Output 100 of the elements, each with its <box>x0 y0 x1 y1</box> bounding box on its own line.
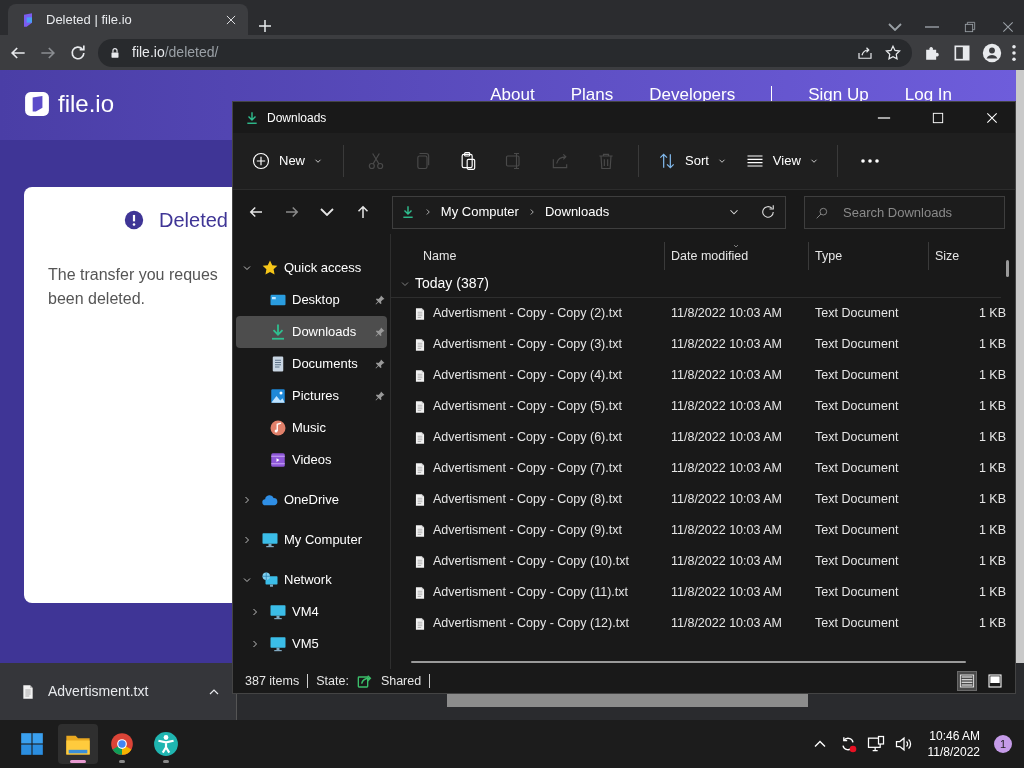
profile-button[interactable] <box>982 42 1002 63</box>
breadcrumb-link[interactable]: My Computer <box>440 202 519 222</box>
nav-item[interactable]: VM4 <box>236 596 387 628</box>
table-cell-text: 1 KB <box>977 522 1006 540</box>
group-header[interactable]: Today (387) <box>391 270 1001 298</box>
column-header[interactable]: Date modified <box>664 242 808 270</box>
item-count: 387 items <box>245 672 300 690</box>
file-name[interactable]: Advertisment - Copy - Copy (10).txt <box>391 552 664 571</box>
nav-item[interactable]: Documents <box>236 348 387 380</box>
logo-icon[interactable] <box>24 91 50 117</box>
table-cell-text: 1 KB <box>977 460 1006 478</box>
nav-item[interactable]: VM5 <box>236 628 387 660</box>
nav-item[interactable]: My Computer <box>236 524 387 556</box>
browser-tab[interactable]: Deleted | file.io <box>8 4 248 35</box>
close-button[interactable] <box>1000 19 1016 35</box>
details-view-icon <box>959 673 975 689</box>
nav-item[interactable]: Videos <box>236 444 387 476</box>
nav-link[interactable]: About <box>490 86 535 103</box>
nav-item[interactable]: Pictures <box>236 380 387 412</box>
nav-link[interactable]: Plans <box>570 86 614 103</box>
file-name[interactable]: Advertisment - Copy - Copy (4).txt <box>391 366 664 385</box>
monitor-icon <box>269 603 287 621</box>
clock-date: 11/8/2022 <box>927 744 980 760</box>
chevron-down-icon <box>888 23 902 31</box>
menu-button[interactable] <box>1012 44 1016 61</box>
menu-icon <box>1012 44 1016 61</box>
restore-icon <box>962 19 978 35</box>
alert-icon <box>123 209 145 231</box>
minimize-icon <box>924 26 940 28</box>
taskbar-app[interactable] <box>58 724 98 764</box>
network-icon[interactable] <box>865 734 886 754</box>
nav-item[interactable]: Downloads <box>236 316 387 348</box>
download-icon <box>400 204 415 220</box>
pin-icon <box>374 358 386 370</box>
nav-item[interactable]: Network <box>236 564 387 596</box>
shared-icon <box>356 673 373 689</box>
column-header[interactable]: Name <box>391 242 664 270</box>
nav-item[interactable]: Desktop <box>236 284 387 316</box>
table-cell-text: Text Document <box>814 460 900 478</box>
nav-link[interactable]: Developers <box>649 86 736 103</box>
address-bar[interactable]: My Computer Downloads <box>391 195 786 229</box>
scrollbar[interactable] <box>1006 260 1009 277</box>
address-bar[interactable]: file.io/deleted/ <box>98 38 912 67</box>
new-tab-button[interactable] <box>256 17 274 35</box>
clock-time: 10:46 AM <box>928 728 980 744</box>
tiles-view-button[interactable] <box>985 671 1005 691</box>
table-cell-text: 11/8/2022 10:03 AM <box>670 460 783 478</box>
card-title: Deleted <box>159 208 228 233</box>
notification-badge[interactable]: 1 <box>994 735 1012 753</box>
file-name[interactable]: Advertisment - Copy - Copy (12).txt <box>391 614 664 633</box>
view-button[interactable]: View <box>736 143 827 179</box>
restore-button[interactable] <box>962 19 978 35</box>
network-icon <box>261 571 279 589</box>
file-name[interactable]: Advertisment - Copy - Copy (3).txt <box>391 335 664 354</box>
file-name[interactable]: Advertisment - Copy - Copy (2).txt <box>391 304 664 323</box>
windows-logo-icon[interactable] <box>19 731 45 757</box>
state-label: State: <box>316 672 349 690</box>
nav-item[interactable]: Quick access <box>236 252 387 284</box>
pin-icon <box>374 326 386 338</box>
file-name[interactable]: Advertisment - Copy - Copy (9).txt <box>391 521 664 540</box>
table-cell-text: 11/8/2022 10:03 AM <box>670 491 783 509</box>
table-cell-text: Text Document <box>814 398 900 416</box>
table-cell-text: 11/8/2022 10:03 AM <box>670 553 783 571</box>
scrollbar[interactable] <box>411 661 966 663</box>
new-button[interactable]: New <box>243 143 331 179</box>
table-cell-text: 11/8/2022 10:03 AM <box>670 522 783 540</box>
browser-icon[interactable] <box>109 731 135 757</box>
table-cell-text: Text Document <box>814 367 900 385</box>
table-cell-text: 1 KB <box>977 336 1006 354</box>
file-name[interactable]: Advertisment - Copy - Copy (5).txt <box>391 397 664 416</box>
table-cell-text: Text Document <box>814 615 900 633</box>
music-note-icon <box>269 419 287 437</box>
message-text: been deleted. <box>48 289 145 309</box>
nav-item[interactable]: OneDrive <box>236 484 387 516</box>
monitor-icon <box>261 531 279 549</box>
table-cell-text: 11/8/2022 10:03 AM <box>670 584 783 602</box>
column-header[interactable]: Type <box>808 242 928 270</box>
message-text: The transfer you reques <box>48 265 218 285</box>
sort-button[interactable]: Sort <box>649 143 735 179</box>
file-name[interactable]: Advertisment - Copy - Copy (6).txt <box>391 428 664 447</box>
pin-icon <box>374 390 386 402</box>
file-name[interactable]: Advertisment - Copy - Copy (11).txt <box>391 583 664 602</box>
file-icon <box>20 682 36 701</box>
table-cell-text: 1 KB <box>977 367 1006 385</box>
details-view-button[interactable] <box>957 671 977 691</box>
file-name[interactable]: Advertisment - Copy - Copy (7).txt <box>391 459 664 478</box>
bookmark-star-icon[interactable] <box>884 43 902 62</box>
figure-icon[interactable] <box>153 731 179 757</box>
breadcrumb-link[interactable]: Downloads <box>544 202 610 222</box>
logo-text[interactable]: file.io <box>58 86 115 122</box>
table-cell-text: Text Document <box>814 429 900 447</box>
state-value: Shared <box>380 672 422 690</box>
search-field[interactable]: Search Downloads <box>804 195 1005 229</box>
table-cell-text: Text Document <box>814 522 900 540</box>
nav-item[interactable]: Music <box>236 412 387 444</box>
volume-icon[interactable] <box>893 734 914 754</box>
refresh-icon[interactable] <box>759 203 777 221</box>
url-text: file.io/deleted/ <box>132 43 219 62</box>
close-icon <box>1000 19 1016 35</box>
file-name[interactable]: Advertisment - Copy - Copy (8).txt <box>391 490 664 509</box>
